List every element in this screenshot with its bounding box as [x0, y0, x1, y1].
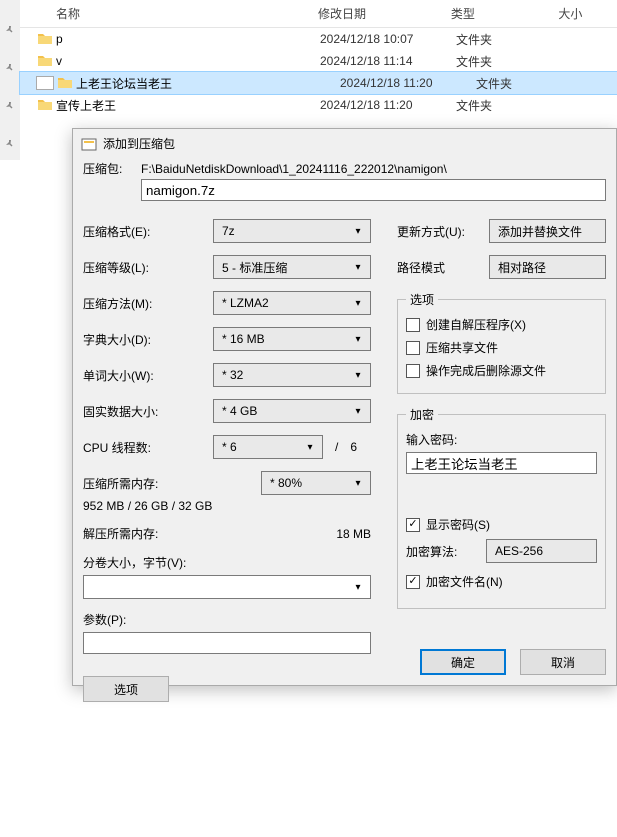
params-input[interactable]: [83, 632, 371, 654]
enc-names-label: 加密文件名(N): [426, 573, 503, 590]
chevron-down-icon: ▾: [302, 442, 318, 453]
archive-name-input[interactable]: [141, 179, 606, 201]
file-name: v: [56, 54, 320, 68]
show-password-label: 显示密码(S): [426, 516, 490, 533]
folder-icon: [56, 74, 74, 92]
compmem-detail: 952 MB / 26 GB / 32 GB: [83, 499, 212, 513]
folder-icon: [36, 52, 54, 70]
file-date: 2024/12/18 11:20: [340, 76, 476, 90]
file-name: p: [56, 32, 320, 46]
chevron-down-icon: ▾: [350, 334, 366, 345]
options-button[interactable]: 选项: [83, 676, 169, 702]
encrypt-group: 加密 输入密码: 显示密码(S) 加密算法: AES-256 加密文件名(N): [397, 406, 606, 609]
volume-select[interactable]: ▾: [83, 575, 371, 599]
file-row[interactable]: p2024/12/18 10:07文件夹: [20, 28, 617, 50]
format-label: 压缩格式(E):: [83, 223, 213, 240]
chevron-down-icon: ▾: [350, 370, 366, 381]
method-select[interactable]: * LZMA2▾: [213, 291, 371, 315]
column-header-size[interactable]: 大小: [558, 5, 617, 22]
add-to-archive-dialog: 添加到压缩包 压缩包: F:\BaiduNetdiskDownload\1_20…: [72, 128, 617, 686]
show-password-checkbox[interactable]: [406, 518, 420, 532]
file-date: 2024/12/18 11:20: [320, 98, 456, 112]
file-row[interactable]: 宣传上老王2024/12/18 11:20文件夹: [20, 94, 617, 116]
chevron-down-icon: ▾: [350, 298, 366, 309]
enc-method-label: 加密算法:: [406, 543, 486, 560]
sfx-checkbox[interactable]: [406, 318, 420, 332]
dict-select[interactable]: * 16 MB▾: [213, 327, 371, 351]
share-label: 压缩共享文件: [426, 339, 498, 356]
update-label: 更新方式(U):: [397, 223, 489, 240]
solid-label: 固实数据大小:: [83, 403, 213, 420]
sfx-label: 创建自解压程序(X): [426, 316, 526, 333]
row-checkbox[interactable]: [36, 76, 54, 90]
quick-access-strip: [0, 0, 20, 160]
file-date: 2024/12/18 10:07: [320, 32, 456, 46]
delete-label: 操作完成后删除源文件: [426, 362, 546, 379]
format-select[interactable]: 7z▾: [213, 219, 371, 243]
ok-button[interactable]: 确定: [420, 649, 506, 675]
delete-checkbox[interactable]: [406, 364, 420, 378]
level-select[interactable]: 5 - 标准压缩▾: [213, 255, 371, 279]
file-name: 宣传上老王: [56, 97, 320, 114]
options-legend: 选项: [406, 291, 438, 308]
params-label: 参数(P):: [83, 611, 371, 628]
column-header-date[interactable]: 修改日期: [318, 5, 451, 22]
column-header-name[interactable]: 名称: [56, 5, 318, 22]
paths-select[interactable]: 相对路径: [489, 255, 606, 279]
column-header-type[interactable]: 类型: [451, 5, 559, 22]
enc-method-select[interactable]: AES-256: [486, 539, 597, 563]
volume-label: 分卷大小，字节(V):: [83, 554, 371, 571]
password-input[interactable]: [406, 452, 597, 474]
chevron-down-icon: ▾: [350, 478, 366, 489]
file-type: 文件夹: [456, 53, 566, 70]
pin-icon[interactable]: [2, 60, 18, 76]
word-label: 单词大小(W):: [83, 367, 213, 384]
cpu-select[interactable]: * 6▾: [213, 435, 323, 459]
archive-icon: [81, 136, 97, 152]
pin-icon[interactable]: [2, 136, 18, 152]
file-row[interactable]: 上老王论坛当老王2024/12/18 11:20文件夹: [20, 72, 617, 94]
encrypt-legend: 加密: [406, 406, 438, 423]
file-type: 文件夹: [476, 75, 586, 92]
folder-icon: [36, 30, 54, 48]
file-name: 上老王论坛当老王: [76, 75, 340, 92]
dict-label: 字典大小(D):: [83, 331, 213, 348]
cancel-button[interactable]: 取消: [520, 649, 606, 675]
file-date: 2024/12/18 11:14: [320, 54, 456, 68]
paths-label: 路径模式: [397, 259, 489, 276]
folder-icon: [36, 96, 54, 114]
chevron-down-icon: ▾: [350, 582, 366, 593]
compmem-pct-select[interactable]: * 80%▾: [261, 471, 371, 495]
pin-icon[interactable]: [2, 98, 18, 114]
file-row[interactable]: v2024/12/18 11:14文件夹: [20, 50, 617, 72]
chevron-down-icon: ▾: [350, 226, 366, 237]
file-type: 文件夹: [456, 97, 566, 114]
chevron-down-icon: ▾: [350, 262, 366, 273]
cpu-total: 6: [350, 440, 357, 454]
pin-icon[interactable]: [2, 22, 18, 38]
cpu-label: CPU 线程数:: [83, 439, 213, 456]
left-column: 压缩格式(E): 7z▾ 压缩等级(L): 5 - 标准压缩▾ 压缩方法(M):…: [83, 219, 371, 702]
solid-select[interactable]: * 4 GB▾: [213, 399, 371, 423]
password-label: 输入密码:: [406, 431, 597, 448]
dialog-title: 添加到压缩包: [103, 135, 175, 152]
file-list-pane: 名称 修改日期 类型 大小 p2024/12/18 10:07文件夹v2024/…: [20, 0, 617, 116]
right-column: 更新方式(U): 添加并替换文件 路径模式 相对路径 选项 创建自解压程序(X)…: [397, 219, 606, 702]
method-label: 压缩方法(M):: [83, 295, 213, 312]
file-type: 文件夹: [456, 31, 566, 48]
file-list-header: 名称 修改日期 类型 大小: [20, 0, 617, 28]
word-select[interactable]: * 32▾: [213, 363, 371, 387]
archive-path: F:\BaiduNetdiskDownload\1_20241116_22201…: [141, 162, 606, 176]
update-select[interactable]: 添加并替换文件: [489, 219, 606, 243]
share-checkbox[interactable]: [406, 341, 420, 355]
compmem-label: 压缩所需内存:: [83, 475, 213, 492]
chevron-down-icon: ▾: [350, 406, 366, 417]
decompmem-label: 解压所需内存:: [83, 525, 213, 542]
enc-names-checkbox[interactable]: [406, 575, 420, 589]
options-group: 选项 创建自解压程序(X) 压缩共享文件 操作完成后删除源文件: [397, 291, 606, 394]
level-label: 压缩等级(L):: [83, 259, 213, 276]
decompmem-value: 18 MB: [331, 527, 371, 541]
archive-label: 压缩包:: [83, 160, 141, 177]
